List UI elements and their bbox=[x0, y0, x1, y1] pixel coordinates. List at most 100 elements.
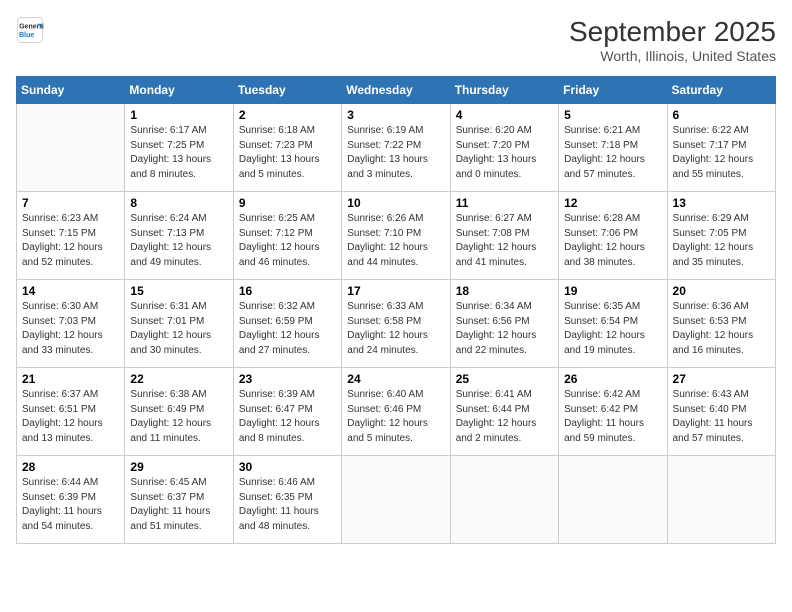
day-info: Sunrise: 6:27 AM Sunset: 7:08 PM Dayligh… bbox=[456, 212, 553, 270]
col-header-wednesday: Wednesday bbox=[342, 77, 450, 104]
calendar-week-4: 21 Sunrise: 6:37 AM Sunset: 6:51 PM Dayli… bbox=[17, 368, 776, 456]
title-block: September 2025 Worth, Illinois, United S… bbox=[569, 16, 776, 64]
day-number: 18 bbox=[456, 284, 553, 298]
svg-text:Blue: Blue bbox=[19, 32, 34, 39]
day-number: 17 bbox=[347, 284, 444, 298]
day-number: 29 bbox=[130, 460, 227, 474]
day-number: 30 bbox=[239, 460, 336, 474]
calendar-cell: 17 Sunrise: 6:33 AM Sunset: 6:58 PM Dayli… bbox=[342, 280, 450, 368]
calendar-cell: 9Sunrise: 6:25 AM Sunset: 7:12 PM Daylig… bbox=[233, 192, 341, 280]
day-info: Sunrise: 6:35 AM Sunset: 6:54 PM Dayligh… bbox=[564, 300, 661, 358]
day-info: Sunrise: 6:18 AM Sunset: 7:23 PM Dayligh… bbox=[239, 124, 336, 182]
logo-icon: General Blue bbox=[16, 16, 44, 44]
day-info: Sunrise: 6:25 AM Sunset: 7:12 PM Dayligh… bbox=[239, 212, 336, 270]
day-info: Sunrise: 6:33 AM Sunset: 6:58 PM Dayligh… bbox=[347, 300, 444, 358]
calendar-cell: 19 Sunrise: 6:35 AM Sunset: 6:54 PM Dayli… bbox=[559, 280, 667, 368]
day-info: Sunrise: 6:46 AM Sunset: 6:35 PM Dayligh… bbox=[239, 476, 336, 534]
calendar-cell: 6 Sunrise: 6:22 AM Sunset: 7:17 PM Daylig… bbox=[667, 104, 775, 192]
calendar-week-5: 28 Sunrise: 6:44 AM Sunset: 6:39 PM Dayli… bbox=[17, 456, 776, 544]
day-number: 23 bbox=[239, 372, 336, 386]
day-number: 12 bbox=[564, 196, 661, 210]
calendar-cell: 14 Sunrise: 6:30 AM Sunset: 7:03 PM Dayli… bbox=[17, 280, 125, 368]
day-number: 28 bbox=[22, 460, 119, 474]
calendar-cell: 30 Sunrise: 6:46 AM Sunset: 6:35 PM Dayli… bbox=[233, 456, 341, 544]
day-number: 25 bbox=[456, 372, 553, 386]
day-info: Sunrise: 6:43 AM Sunset: 6:40 PM Dayligh… bbox=[673, 388, 770, 446]
calendar-cell: 21 Sunrise: 6:37 AM Sunset: 6:51 PM Dayli… bbox=[17, 368, 125, 456]
calendar-cell: 13 Sunrise: 6:29 AM Sunset: 7:05 PM Dayli… bbox=[667, 192, 775, 280]
day-info: Sunrise: 6:42 AM Sunset: 6:42 PM Dayligh… bbox=[564, 388, 661, 446]
page-header: General Blue September 2025 Worth, Illin… bbox=[16, 16, 776, 64]
col-header-thursday: Thursday bbox=[450, 77, 558, 104]
calendar-cell: 18 Sunrise: 6:34 AM Sunset: 6:56 PM Dayli… bbox=[450, 280, 558, 368]
day-number: 7 bbox=[22, 196, 119, 210]
day-number: 10 bbox=[347, 196, 444, 210]
day-number: 4 bbox=[456, 108, 553, 122]
calendar-cell: 29 Sunrise: 6:45 AM Sunset: 6:37 PM Dayli… bbox=[125, 456, 233, 544]
day-number: 26 bbox=[564, 372, 661, 386]
day-info: Sunrise: 6:34 AM Sunset: 6:56 PM Dayligh… bbox=[456, 300, 553, 358]
day-number: 16 bbox=[239, 284, 336, 298]
day-info: Sunrise: 6:41 AM Sunset: 6:44 PM Dayligh… bbox=[456, 388, 553, 446]
calendar-cell: 1Sunrise: 6:17 AM Sunset: 7:25 PM Daylig… bbox=[125, 104, 233, 192]
calendar-cell bbox=[342, 456, 450, 544]
day-info: Sunrise: 6:29 AM Sunset: 7:05 PM Dayligh… bbox=[673, 212, 770, 270]
calendar-cell: 5Sunrise: 6:21 AM Sunset: 7:18 PM Daylig… bbox=[559, 104, 667, 192]
calendar-cell: 25 Sunrise: 6:41 AM Sunset: 6:44 PM Dayli… bbox=[450, 368, 558, 456]
day-number: 6 bbox=[673, 108, 770, 122]
calendar-cell: 3 Sunrise: 6:19 AM Sunset: 7:22 PM Daylig… bbox=[342, 104, 450, 192]
col-header-monday: Monday bbox=[125, 77, 233, 104]
calendar-cell: 24 Sunrise: 6:40 AM Sunset: 6:46 PM Dayli… bbox=[342, 368, 450, 456]
day-info: Sunrise: 6:45 AM Sunset: 6:37 PM Dayligh… bbox=[130, 476, 227, 534]
calendar-cell bbox=[559, 456, 667, 544]
day-info: Sunrise: 6:19 AM Sunset: 7:22 PM Dayligh… bbox=[347, 124, 444, 182]
calendar-cell: 15 Sunrise: 6:31 AM Sunset: 7:01 PM Dayli… bbox=[125, 280, 233, 368]
day-info: Sunrise: 6:37 AM Sunset: 6:51 PM Dayligh… bbox=[22, 388, 119, 446]
calendar-cell: 2 Sunrise: 6:18 AM Sunset: 7:23 PM Daylig… bbox=[233, 104, 341, 192]
day-info: Sunrise: 6:28 AM Sunset: 7:06 PM Dayligh… bbox=[564, 212, 661, 270]
logo: General Blue bbox=[16, 16, 44, 44]
day-number: 13 bbox=[673, 196, 770, 210]
day-info: Sunrise: 6:22 AM Sunset: 7:17 PM Dayligh… bbox=[673, 124, 770, 182]
calendar-cell: 4Sunrise: 6:20 AM Sunset: 7:20 PM Daylig… bbox=[450, 104, 558, 192]
day-number: 11 bbox=[456, 196, 553, 210]
day-number: 24 bbox=[347, 372, 444, 386]
calendar-cell: 28 Sunrise: 6:44 AM Sunset: 6:39 PM Dayli… bbox=[17, 456, 125, 544]
day-number: 2 bbox=[239, 108, 336, 122]
col-header-sunday: Sunday bbox=[17, 77, 125, 104]
day-number: 21 bbox=[22, 372, 119, 386]
day-info: Sunrise: 6:31 AM Sunset: 7:01 PM Dayligh… bbox=[130, 300, 227, 358]
calendar-cell: 27 Sunrise: 6:43 AM Sunset: 6:40 PM Dayli… bbox=[667, 368, 775, 456]
month-year: September 2025 bbox=[569, 16, 776, 48]
calendar-cell: 8 Sunrise: 6:24 AM Sunset: 7:13 PM Daylig… bbox=[125, 192, 233, 280]
day-info: Sunrise: 6:38 AM Sunset: 6:49 PM Dayligh… bbox=[130, 388, 227, 446]
day-number: 5 bbox=[564, 108, 661, 122]
day-info: Sunrise: 6:39 AM Sunset: 6:47 PM Dayligh… bbox=[239, 388, 336, 446]
calendar-cell: 22Sunrise: 6:38 AM Sunset: 6:49 PM Dayli… bbox=[125, 368, 233, 456]
day-number: 19 bbox=[564, 284, 661, 298]
col-header-saturday: Saturday bbox=[667, 77, 775, 104]
day-number: 3 bbox=[347, 108, 444, 122]
day-number: 15 bbox=[130, 284, 227, 298]
calendar-cell bbox=[450, 456, 558, 544]
day-info: Sunrise: 6:30 AM Sunset: 7:03 PM Dayligh… bbox=[22, 300, 119, 358]
day-info: Sunrise: 6:40 AM Sunset: 6:46 PM Dayligh… bbox=[347, 388, 444, 446]
calendar-table: SundayMondayTuesdayWednesdayThursdayFrid… bbox=[16, 76, 776, 544]
calendar-cell: 20Sunrise: 6:36 AM Sunset: 6:53 PM Dayli… bbox=[667, 280, 775, 368]
day-number: 8 bbox=[130, 196, 227, 210]
calendar-week-1: 1Sunrise: 6:17 AM Sunset: 7:25 PM Daylig… bbox=[17, 104, 776, 192]
calendar-week-3: 14 Sunrise: 6:30 AM Sunset: 7:03 PM Dayli… bbox=[17, 280, 776, 368]
calendar-cell: 23 Sunrise: 6:39 AM Sunset: 6:47 PM Dayli… bbox=[233, 368, 341, 456]
day-number: 27 bbox=[673, 372, 770, 386]
calendar-cell: 10Sunrise: 6:26 AM Sunset: 7:10 PM Dayli… bbox=[342, 192, 450, 280]
day-number: 14 bbox=[22, 284, 119, 298]
calendar-cell: 26 Sunrise: 6:42 AM Sunset: 6:42 PM Dayli… bbox=[559, 368, 667, 456]
calendar-cell bbox=[17, 104, 125, 192]
calendar-week-2: 7Sunrise: 6:23 AM Sunset: 7:15 PM Daylig… bbox=[17, 192, 776, 280]
day-info: Sunrise: 6:17 AM Sunset: 7:25 PM Dayligh… bbox=[130, 124, 227, 182]
location: Worth, Illinois, United States bbox=[569, 48, 776, 64]
day-info: Sunrise: 6:24 AM Sunset: 7:13 PM Dayligh… bbox=[130, 212, 227, 270]
day-info: Sunrise: 6:36 AM Sunset: 6:53 PM Dayligh… bbox=[673, 300, 770, 358]
header-row: SundayMondayTuesdayWednesdayThursdayFrid… bbox=[17, 77, 776, 104]
day-info: Sunrise: 6:44 AM Sunset: 6:39 PM Dayligh… bbox=[22, 476, 119, 534]
